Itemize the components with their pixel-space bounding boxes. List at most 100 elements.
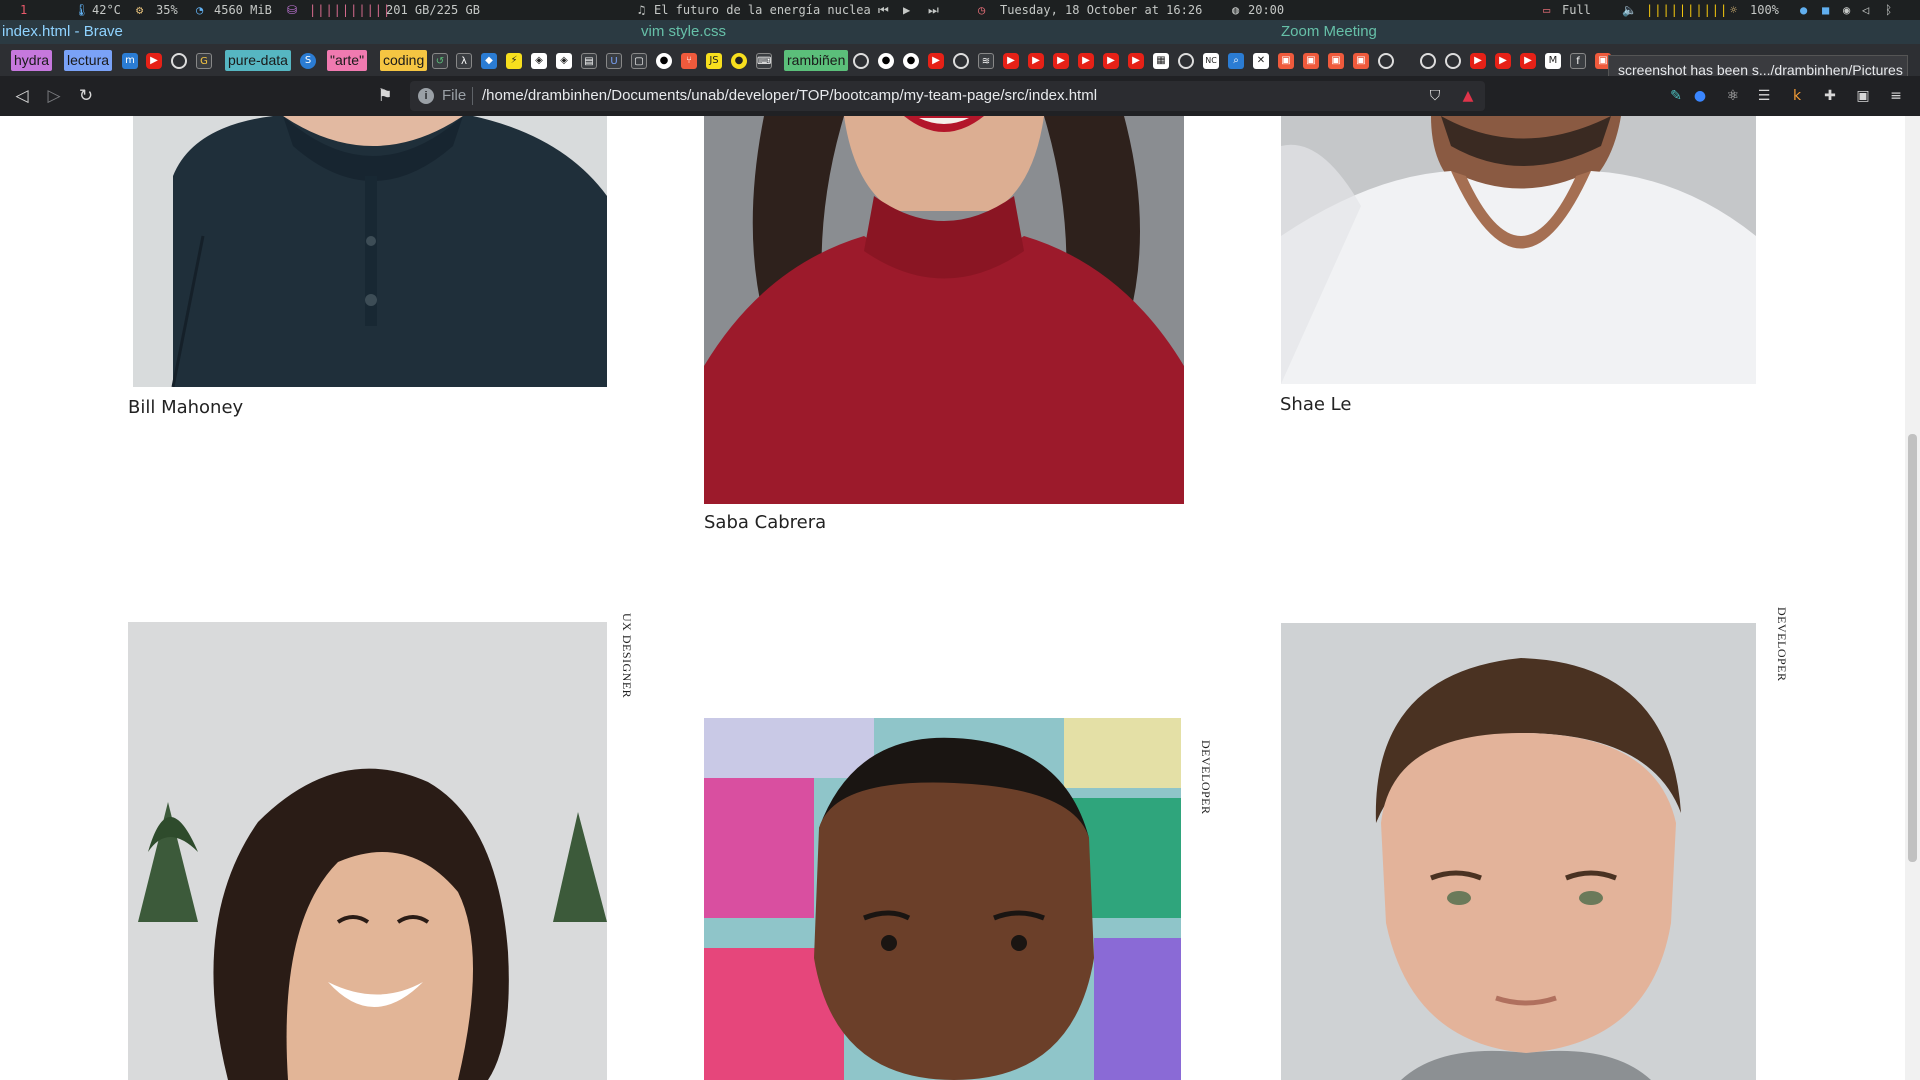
page-scrollbar[interactable] — [1905, 116, 1920, 1080]
dial2-bookmark-icon[interactable] — [1420, 53, 1436, 69]
brightness-icon: ☼ — [1730, 3, 1738, 17]
codepen2-bookmark-icon[interactable]: ◈ — [556, 53, 572, 69]
globe2-bookmark-icon[interactable] — [1178, 53, 1194, 69]
youtube5-bookmark-icon[interactable]: ▶ — [1053, 53, 1069, 69]
reader-extension-icon[interactable]: ☰ — [1756, 88, 1772, 104]
bookmark-folder-rambinen[interactable]: rambiñen — [784, 50, 849, 71]
play-icon[interactable]: ▶ — [903, 3, 910, 17]
memory-icon: ◔ — [196, 3, 204, 17]
bookmark-folder-coding[interactable]: coding — [380, 50, 428, 71]
timer-readout[interactable]: 20:00 — [1248, 3, 1284, 17]
grid-bookmark-icon[interactable]: ▦ — [1153, 53, 1169, 69]
s-bookmark-icon[interactable]: S — [300, 53, 316, 69]
volume-bars[interactable]: |||||||||| — [1646, 3, 1728, 17]
brave-shields-icon[interactable]: ⛉ — [1427, 88, 1443, 104]
github-bookmark-icon[interactable]: ● — [656, 53, 672, 69]
team-page: Bill Mahoney Saba Cabrera Shae Le UX DES… — [0, 116, 1905, 1080]
network-tray-icon[interactable]: ◉ — [1843, 3, 1850, 17]
react-devtools-icon[interactable]: ⚛ — [1725, 88, 1741, 104]
url-text[interactable]: /home/drambinhen/Documents/unab/develope… — [482, 87, 1097, 104]
memory-readout: 4560 MiB — [214, 3, 272, 17]
thermometer-icon: 🌡 — [74, 3, 90, 17]
drop-bookmark-icon[interactable]: ● — [731, 53, 747, 69]
back-button[interactable]: ◁ — [10, 84, 34, 108]
sass-bookmark-icon[interactable]: ⚡ — [506, 53, 522, 69]
youtube8-bookmark-icon[interactable]: ▶ — [1128, 53, 1144, 69]
team-photo-shae-le — [1281, 116, 1756, 384]
wallet-icon[interactable]: ▣ — [1855, 88, 1871, 104]
github3-bookmark-icon[interactable]: ● — [903, 53, 919, 69]
terminal-bookmark-icon[interactable]: ▤ — [581, 53, 597, 69]
github2-bookmark-icon[interactable]: ● — [878, 53, 894, 69]
bluetooth-tray-icon[interactable]: ᛒ — [1885, 3, 1892, 17]
orange4-bookmark-icon[interactable]: ▣ — [1353, 53, 1369, 69]
javascript-bookmark-icon[interactable]: JS — [706, 53, 722, 69]
now-playing-title[interactable]: El futuro de la energía nuclea — [654, 3, 871, 17]
search-bookmark-icon[interactable]: ⌕ — [1228, 53, 1244, 69]
code-bookmark-icon[interactable]: ↺ — [432, 53, 448, 69]
fx-bookmark-icon[interactable]: f — [1570, 53, 1586, 69]
youtube-bookmark-icon[interactable]: ▶ — [146, 53, 162, 69]
zoom-tray-icon[interactable]: ■ — [1822, 3, 1829, 17]
previous-track-icon[interactable]: ⏮ — [878, 3, 889, 18]
git-bookmark-icon[interactable]: ⑂ — [681, 53, 697, 69]
scrollbar-thumb[interactable] — [1908, 434, 1917, 862]
mastodon-bookmark-icon[interactable]: m — [122, 53, 138, 69]
reload-button[interactable]: ↻ — [74, 84, 98, 108]
next-track-icon[interactable]: ⏭ — [928, 3, 939, 18]
lambda-bookmark-icon[interactable]: λ — [456, 53, 472, 69]
goodreads-bookmark-icon[interactable]: G — [196, 53, 212, 69]
orange3-bookmark-icon[interactable]: ▣ — [1328, 53, 1344, 69]
youtube2-bookmark-icon[interactable]: ▶ — [928, 53, 944, 69]
youtube3-bookmark-icon[interactable]: ▶ — [1003, 53, 1019, 69]
forward-button[interactable]: ▷ — [42, 84, 66, 108]
speaker-tray-icon[interactable]: ◁ — [1862, 3, 1869, 17]
doc-bookmark-icon[interactable]: ▢ — [631, 53, 647, 69]
orange-bookmark-icon[interactable]: ▣ — [1278, 53, 1294, 69]
globe3-bookmark-icon[interactable] — [1445, 53, 1461, 69]
workspace-indicator[interactable]: 1 — [20, 3, 27, 17]
brightness-readout: 100% — [1750, 3, 1779, 17]
ml-bookmark-icon[interactable]: ≋ — [978, 53, 994, 69]
team-photo-ux-designer — [128, 622, 607, 1080]
circle-bookmark-icon[interactable] — [171, 53, 187, 69]
pen-extension-icon[interactable]: ✎ — [1668, 88, 1684, 104]
youtube4-bookmark-icon[interactable]: ▶ — [1028, 53, 1044, 69]
youtube11-bookmark-icon[interactable]: ▶ — [1520, 53, 1536, 69]
orange2-bookmark-icon[interactable]: ▣ — [1303, 53, 1319, 69]
medium-bookmark-icon[interactable]: M — [1545, 53, 1561, 69]
datetime-readout[interactable]: Tuesday, 18 October at 16:26 — [1000, 3, 1202, 17]
brave-rewards-icon[interactable]: ▲ — [1460, 88, 1476, 104]
youtube6-bookmark-icon[interactable]: ▶ — [1078, 53, 1094, 69]
dial-bookmark-icon[interactable] — [1378, 53, 1394, 69]
window-title-vim[interactable]: vim style.css — [641, 23, 726, 40]
youtube9-bookmark-icon[interactable]: ▶ — [1470, 53, 1486, 69]
drop-extension-icon[interactable]: ● — [1692, 88, 1708, 104]
keyboard-bookmark-icon[interactable]: ⌨ — [756, 53, 772, 69]
bookmark-folder-hydra[interactable]: hydra — [11, 50, 53, 71]
nc-bookmark-icon[interactable]: NC — [1203, 53, 1219, 69]
address-bar[interactable]: i File /home/drambinhen/Documents/unab/d… — [410, 81, 1485, 111]
window-title-zoom[interactable]: Zoom Meeting — [1281, 23, 1377, 40]
bookmark-folder-arte[interactable]: "arte" — [327, 50, 368, 71]
youtube10-bookmark-icon[interactable]: ▶ — [1495, 53, 1511, 69]
youtube7-bookmark-icon[interactable]: ▶ — [1103, 53, 1119, 69]
window-title-brave[interactable]: index.html - Brave — [2, 23, 123, 40]
volume-icon[interactable]: 🔈 — [1622, 3, 1637, 17]
stack-bookmark-icon[interactable]: ◆ — [481, 53, 497, 69]
tools-bookmark-icon[interactable]: ✕ — [1253, 53, 1269, 69]
bookmark-page-icon[interactable]: ⚑ — [373, 84, 397, 108]
codepen-bookmark-icon[interactable]: ◈ — [531, 53, 547, 69]
bookmark-folder-pure-data[interactable]: pure-data — [225, 50, 291, 71]
menu-icon[interactable]: ≡ — [1888, 88, 1904, 104]
disk-readout: 201 GB/225 GB — [386, 3, 480, 17]
bookmark-folder-lectura[interactable]: lectura — [64, 50, 113, 71]
site-info-icon[interactable]: i — [418, 88, 434, 104]
k-extension-icon[interactable]: k — [1789, 88, 1805, 104]
globe-bookmark-icon[interactable] — [853, 53, 869, 69]
clock-bookmark-icon[interactable] — [953, 53, 969, 69]
tray-app-icon[interactable]: ● — [1800, 3, 1807, 17]
extensions-puzzle-icon[interactable]: ✚ — [1822, 88, 1838, 104]
u-bookmark-icon[interactable]: U — [606, 53, 622, 69]
team-photo-developer-1 — [704, 718, 1181, 1080]
